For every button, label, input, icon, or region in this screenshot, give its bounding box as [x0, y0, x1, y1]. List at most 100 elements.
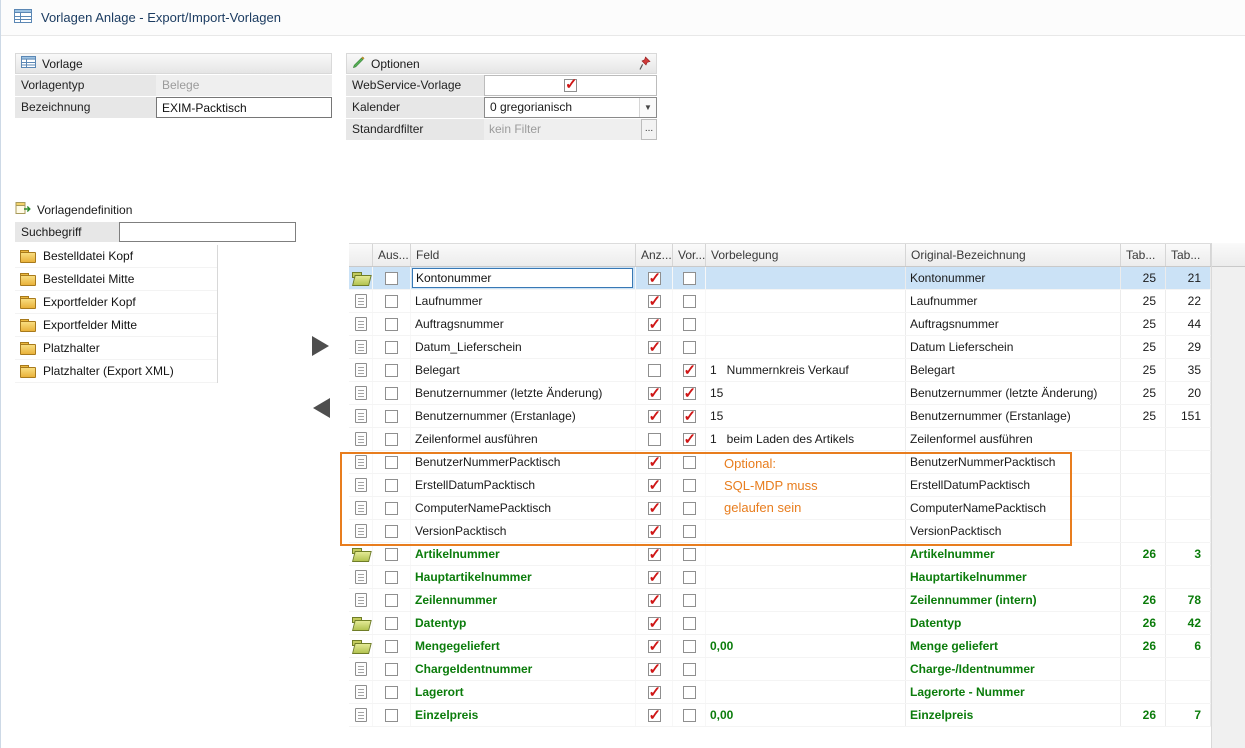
- col-vorbelegung-header[interactable]: Vorbelegung: [706, 244, 906, 266]
- aus-checkbox[interactable]: [385, 272, 398, 285]
- col-icon-header[interactable]: [349, 244, 373, 266]
- move-left-arrow-button[interactable]: [313, 398, 330, 418]
- anzeigen-checkbox[interactable]: [648, 410, 661, 423]
- category-list-item[interactable]: Platzhalter: [15, 337, 217, 360]
- table-row[interactable]: Einzelpreis 0,00 Einzelpreis 26 7: [349, 704, 1211, 727]
- vorbelegen-checkbox[interactable]: [683, 272, 696, 285]
- vorbelegen-checkbox[interactable]: [683, 433, 696, 446]
- table-row[interactable]: VersionPacktisch VersionPacktisch: [349, 520, 1211, 543]
- aus-checkbox[interactable]: [385, 341, 398, 354]
- table-row[interactable]: Artikelnummer Artikelnummer 26 3: [349, 543, 1211, 566]
- vorbelegen-checkbox[interactable]: [683, 387, 696, 400]
- vorbelegen-checkbox[interactable]: [683, 709, 696, 722]
- anzeigen-checkbox[interactable]: [648, 640, 661, 653]
- aus-checkbox[interactable]: [385, 686, 398, 699]
- table-row[interactable]: Datentyp Datentyp 26 42: [349, 612, 1211, 635]
- table-row[interactable]: Benutzernummer (Erstanlage) 15 Benutzern…: [349, 405, 1211, 428]
- anzeigen-checkbox[interactable]: [648, 433, 661, 446]
- table-row[interactable]: ChargeIdentnummer Charge-/Identnummer: [349, 658, 1211, 681]
- anzeigen-checkbox[interactable]: [648, 571, 661, 584]
- anzeigen-checkbox[interactable]: [648, 709, 661, 722]
- aus-checkbox[interactable]: [385, 318, 398, 331]
- col-vor-header[interactable]: Vor...: [673, 244, 706, 266]
- aus-checkbox[interactable]: [385, 571, 398, 584]
- anzeigen-checkbox[interactable]: [648, 272, 661, 285]
- anzeigen-checkbox[interactable]: [648, 502, 661, 515]
- category-list-item[interactable]: Bestelldatei Kopf: [15, 245, 217, 268]
- vorbelegen-checkbox[interactable]: [683, 571, 696, 584]
- aus-checkbox[interactable]: [385, 617, 398, 630]
- aus-checkbox[interactable]: [385, 502, 398, 515]
- vorbelegen-checkbox[interactable]: [683, 318, 696, 331]
- col-tab2-header[interactable]: Tab...: [1166, 244, 1211, 266]
- vorbelegen-checkbox[interactable]: [683, 640, 696, 653]
- suchbegriff-input[interactable]: [119, 222, 296, 242]
- vorbelegen-checkbox[interactable]: [683, 525, 696, 538]
- move-right-arrow-button[interactable]: [312, 336, 329, 356]
- vorbelegen-checkbox[interactable]: [683, 663, 696, 676]
- anzeigen-checkbox[interactable]: [648, 456, 661, 469]
- table-row[interactable]: Datum_Lieferschein Datum Lieferschein 25…: [349, 336, 1211, 359]
- vorbelegen-checkbox[interactable]: [683, 295, 696, 308]
- bezeichnung-input[interactable]: [156, 97, 332, 118]
- aus-checkbox[interactable]: [385, 525, 398, 538]
- aus-checkbox[interactable]: [385, 295, 398, 308]
- category-list-item[interactable]: Platzhalter (Export XML): [15, 360, 217, 383]
- anzeigen-checkbox[interactable]: [648, 318, 661, 331]
- col-feld-header[interactable]: Feld: [411, 244, 636, 266]
- col-tab1-header[interactable]: Tab...: [1121, 244, 1166, 266]
- anzeigen-checkbox[interactable]: [648, 295, 661, 308]
- vorbelegen-checkbox[interactable]: [683, 686, 696, 699]
- table-row[interactable]: Lagerort Lagerorte - Nummer: [349, 681, 1211, 704]
- anzeigen-checkbox[interactable]: [648, 479, 661, 492]
- webservice-checkbox[interactable]: [564, 79, 577, 92]
- standardfilter-browse-button[interactable]: ...: [641, 119, 657, 140]
- anzeigen-checkbox[interactable]: [648, 548, 661, 561]
- anzeigen-checkbox[interactable]: [648, 525, 661, 538]
- table-row[interactable]: Hauptartikelnummer Hauptartikelnummer: [349, 566, 1211, 589]
- anzeigen-checkbox[interactable]: [648, 686, 661, 699]
- table-row[interactable]: Zeilenformel ausführen 1 beim Laden des …: [349, 428, 1211, 451]
- category-list-item[interactable]: Exportfelder Mitte: [15, 314, 217, 337]
- aus-checkbox[interactable]: [385, 479, 398, 492]
- table-row[interactable]: ComputerNamePacktisch ComputerNamePackti…: [349, 497, 1211, 520]
- aus-checkbox[interactable]: [385, 456, 398, 469]
- anzeigen-checkbox[interactable]: [648, 341, 661, 354]
- anzeigen-checkbox[interactable]: [648, 364, 661, 377]
- table-row[interactable]: Mengegeliefert 0,00 Menge geliefert 26 6: [349, 635, 1211, 658]
- anzeigen-checkbox[interactable]: [648, 594, 661, 607]
- vorbelegen-checkbox[interactable]: [683, 341, 696, 354]
- aus-checkbox[interactable]: [385, 640, 398, 653]
- table-row[interactable]: BenutzerNummerPacktisch BenutzerNummerPa…: [349, 451, 1211, 474]
- aus-checkbox[interactable]: [385, 548, 398, 561]
- aus-checkbox[interactable]: [385, 433, 398, 446]
- table-row[interactable]: Auftragsnummer Auftragsnummer 25 44: [349, 313, 1211, 336]
- anzeigen-checkbox[interactable]: [648, 387, 661, 400]
- vorbelegen-checkbox[interactable]: [683, 456, 696, 469]
- aus-checkbox[interactable]: [385, 387, 398, 400]
- aus-checkbox[interactable]: [385, 663, 398, 676]
- vorbelegen-checkbox[interactable]: [683, 617, 696, 630]
- vorbelegen-checkbox[interactable]: [683, 594, 696, 607]
- vorbelegen-checkbox[interactable]: [683, 479, 696, 492]
- category-list-item[interactable]: Exportfelder Kopf: [15, 291, 217, 314]
- vorbelegen-checkbox[interactable]: [683, 364, 696, 377]
- table-row[interactable]: Belegart 1 Nummernkreis Verkauf Belegart…: [349, 359, 1211, 382]
- aus-checkbox[interactable]: [385, 709, 398, 722]
- aus-checkbox[interactable]: [385, 594, 398, 607]
- vorbelegen-checkbox[interactable]: [683, 502, 696, 515]
- pin-icon[interactable]: [639, 56, 651, 71]
- table-row[interactable]: Laufnummer Laufnummer 25 22: [349, 290, 1211, 313]
- table-row[interactable]: ErstellDatumPacktisch ErstellDatumPackti…: [349, 474, 1211, 497]
- col-original-header[interactable]: Original-Bezeichnung: [906, 244, 1121, 266]
- chevron-down-icon[interactable]: ▼: [639, 98, 656, 117]
- col-anz-header[interactable]: Anz...: [636, 244, 673, 266]
- table-row[interactable]: Zeilennummer Zeilennummer (intern) 26 78: [349, 589, 1211, 612]
- anzeigen-checkbox[interactable]: [648, 663, 661, 676]
- category-list-item[interactable]: Bestelldatei Mitte: [15, 268, 217, 291]
- table-row[interactable]: Benutzernummer (letzte Änderung) 15 Benu…: [349, 382, 1211, 405]
- vorbelegen-checkbox[interactable]: [683, 548, 696, 561]
- aus-checkbox[interactable]: [385, 364, 398, 377]
- col-aus-header[interactable]: Aus...: [373, 244, 411, 266]
- table-row[interactable]: Kontonummer Kontonummer 25 21: [349, 267, 1211, 290]
